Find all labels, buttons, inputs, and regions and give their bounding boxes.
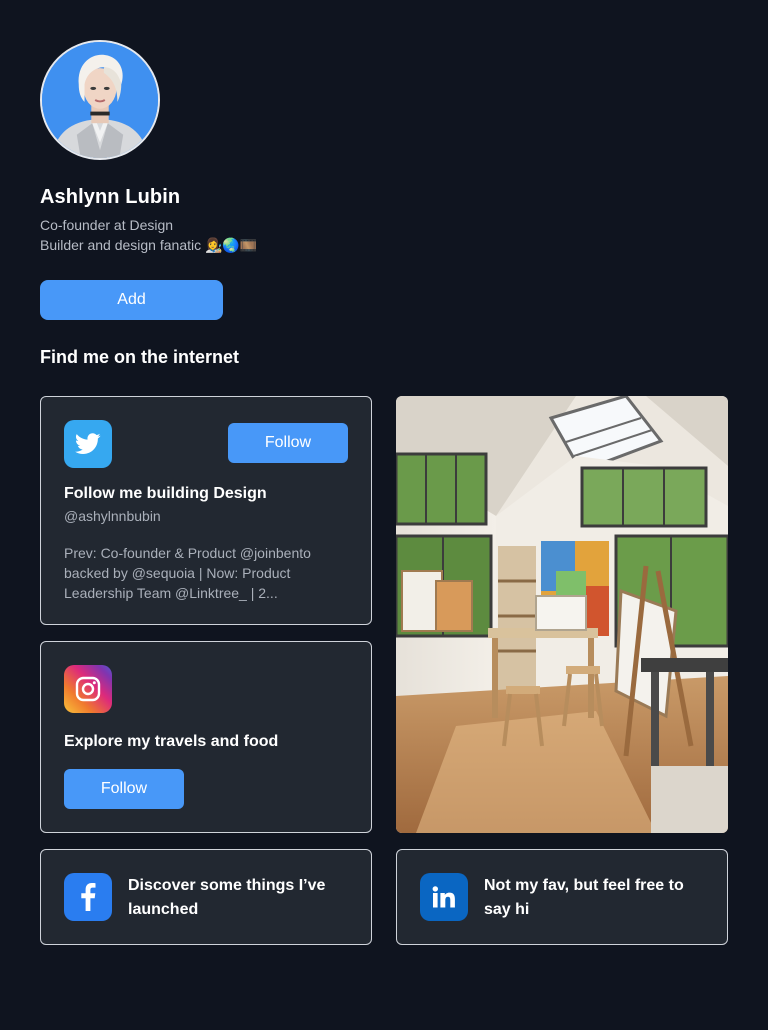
instagram-icon xyxy=(64,665,112,713)
facebook-icon xyxy=(64,873,112,921)
instagram-follow-button[interactable]: Follow xyxy=(64,769,184,809)
linkedin-card[interactable]: Not my fav, but feel free to say hi xyxy=(396,849,728,945)
avatar-portrait xyxy=(42,42,158,158)
avatar xyxy=(40,40,160,160)
add-button[interactable]: Add xyxy=(40,280,223,320)
twitter-icon xyxy=(64,420,112,468)
twitter-card[interactable]: Follow Follow me building Design @ashyln… xyxy=(40,396,372,625)
twitter-follow-button[interactable]: Follow xyxy=(228,423,348,463)
linkedin-icon xyxy=(420,873,468,921)
twitter-handle: @ashylnnbubin xyxy=(64,508,161,524)
profile-page: Ashlynn Lubin Co-founder at Design Build… xyxy=(0,0,768,1030)
profile-bio-line-1: Co-founder at Design xyxy=(40,217,174,233)
instagram-card[interactable]: Explore my travels and food Follow xyxy=(40,641,372,833)
linkedin-card-text: Not my fav, but feel free to say hi xyxy=(484,877,684,918)
profile-name: Ashlynn Lubin xyxy=(40,186,181,208)
facebook-card[interactable]: Discover some things I’ve launched xyxy=(40,849,372,945)
twitter-card-title: Follow me building Design xyxy=(64,485,267,502)
facebook-card-text: Discover some things I’ve launched xyxy=(128,877,326,918)
studio-image-card[interactable] xyxy=(396,396,728,833)
instagram-card-title: Explore my travels and food xyxy=(64,733,279,750)
profile-bio-line-2: Builder and design fanatic 👩‍🎨🌏🎞️ xyxy=(40,237,258,253)
section-title: Find me on the internet xyxy=(40,347,240,367)
art-studio-photo xyxy=(396,396,728,833)
twitter-description: Prev: Co-founder & Product @joinbento ba… xyxy=(64,545,311,601)
